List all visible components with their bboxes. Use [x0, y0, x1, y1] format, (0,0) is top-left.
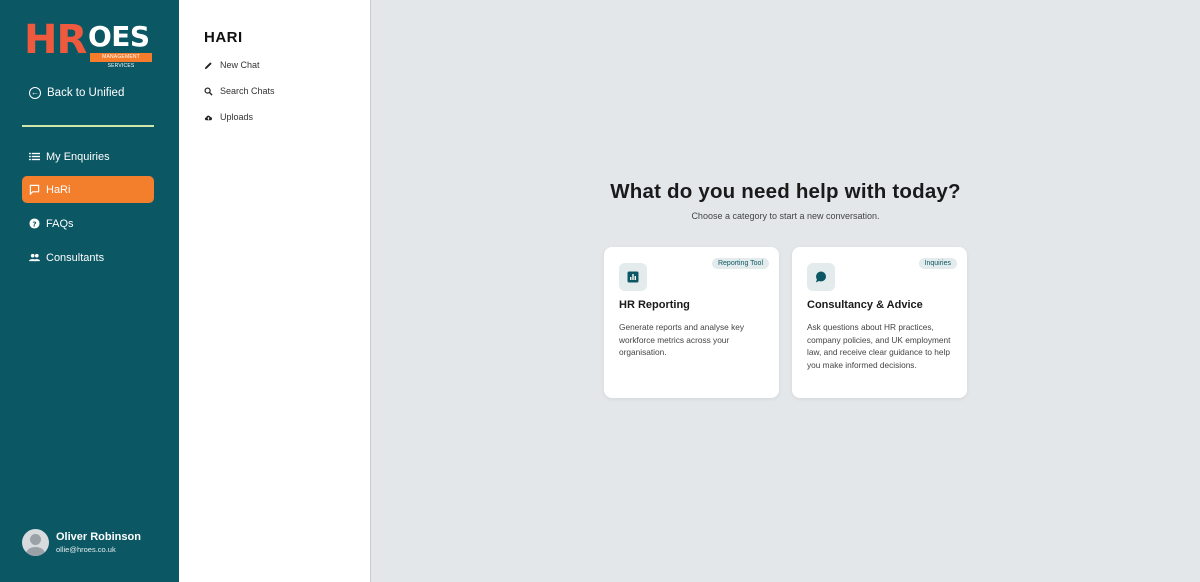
status-badge: Inquiries [918, 258, 957, 269]
bar-chart-icon [619, 263, 647, 291]
chat-panel: HARI New Chat Search Chats Uploads [179, 0, 371, 582]
card-title: HR Reporting [619, 299, 690, 311]
user-name: Oliver Robinson [56, 530, 141, 543]
sidebar-item-label: FAQs [46, 217, 74, 230]
search-chats-button[interactable]: Search Chats [204, 86, 275, 96]
sidebar-item-faqs[interactable]: ? FAQs [22, 210, 154, 237]
card-description: Ask questions about HR practices, compan… [807, 322, 951, 370]
sidebar-item-my-enquiries[interactable]: My Enquiries [22, 143, 154, 170]
chat-icon [29, 184, 40, 195]
new-chat-label: New Chat [220, 60, 260, 70]
new-chat-button[interactable]: New Chat [204, 60, 260, 70]
search-chats-label: Search Chats [220, 86, 275, 96]
hroes-logo[interactable]: HR OES MANAGEMENT SERVICES [24, 20, 154, 69]
speech-bubble-icon [807, 263, 835, 291]
help-icon: ? [29, 218, 40, 229]
svg-text:?: ? [32, 219, 36, 228]
sidebar-item-label: Consultants [46, 251, 105, 264]
arrow-left-circle-icon: ← [29, 87, 41, 99]
user-email: ollie@hroes.co.uk [56, 544, 116, 554]
sidebar-divider [22, 125, 154, 127]
card-title: Consultancy & Advice [807, 299, 923, 311]
logo-tagline: MANAGEMENT SERVICES [90, 53, 152, 69]
page-subtitle: Choose a category to start a new convers… [691, 211, 880, 221]
consultancy-advice-card[interactable]: Inquiries Consultancy & Advice Ask quest… [792, 247, 967, 398]
user-profile[interactable]: Oliver Robinson ollie@hroes.co.uk [22, 529, 141, 556]
pencil-icon [204, 61, 212, 69]
status-badge: Reporting Tool [711, 258, 769, 269]
avatar [22, 529, 49, 556]
page-title: What do you need help with today? [610, 180, 961, 203]
logo-hr-text: HR [24, 17, 87, 63]
logo-oes-text: OES [88, 20, 150, 53]
uploads-button[interactable]: Uploads [204, 112, 253, 122]
main-content: What do you need help with today? Choose… [371, 0, 1200, 582]
sidebar-item-hari[interactable]: HaRi [22, 176, 154, 203]
back-link-label: Back to Unified [47, 87, 125, 99]
uploads-label: Uploads [220, 112, 254, 122]
panel-title: HARI [204, 29, 243, 46]
hr-reporting-card[interactable]: Reporting Tool HR Reporting Generate rep… [604, 247, 779, 398]
card-description: Generate reports and analyse key workfor… [619, 322, 744, 357]
sidebar: HR OES MANAGEMENT SERVICES ← Back to Uni… [0, 0, 179, 582]
back-to-unified-link[interactable]: ← Back to Unified [29, 87, 124, 99]
sidebar-item-consultants[interactable]: Consultants [22, 244, 154, 271]
list-icon [29, 151, 40, 162]
sidebar-item-label: HaRi [46, 183, 71, 196]
sidebar-item-label: My Enquiries [46, 150, 110, 163]
search-icon [204, 86, 213, 96]
cloud-upload-icon [204, 115, 213, 120]
people-icon [29, 252, 40, 263]
